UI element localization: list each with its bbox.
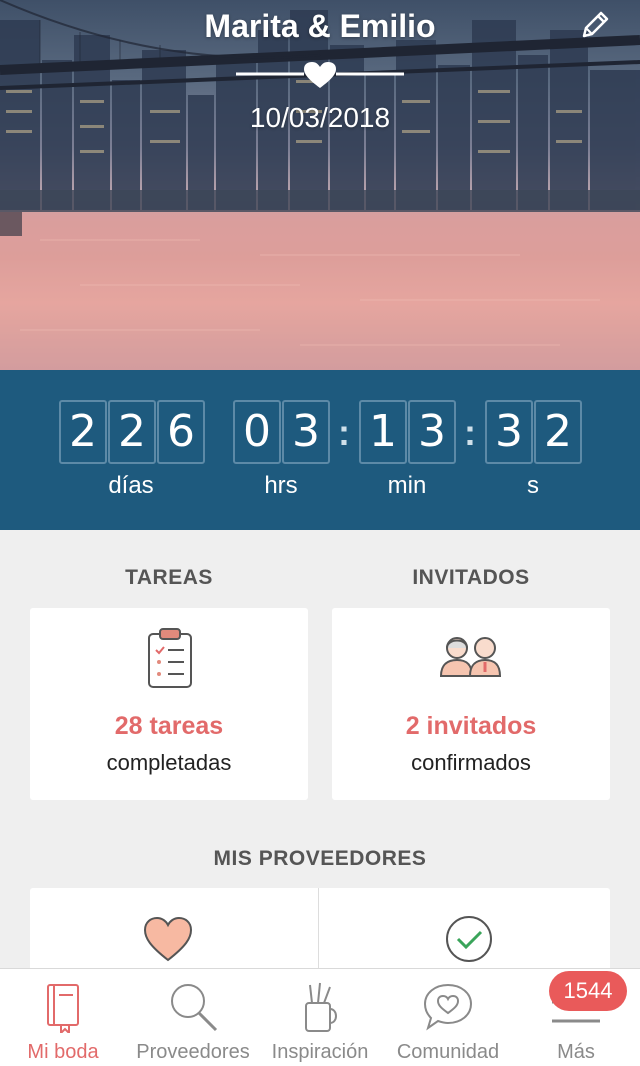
countdown-digit: 2 — [59, 400, 107, 464]
tasks-sub: completadas — [106, 750, 232, 775]
vendors-card[interactable] — [30, 888, 610, 978]
tasks-card[interactable]: 28 tareas completadas — [30, 608, 308, 800]
bottom-tab-bar: Mi boda Proveedores Inspiración Comunida… — [0, 968, 640, 1066]
edit-button[interactable] — [578, 8, 612, 42]
countdown-separator: : — [338, 412, 350, 453]
tab-inspiracion[interactable]: Inspiración — [258, 969, 382, 1066]
tasks-count: 28 tareas — [114, 712, 224, 740]
heart-icon — [143, 916, 193, 962]
vendors-title: MIS PROVEEDORES — [213, 847, 427, 870]
countdown-hours: 0 3 — [233, 400, 331, 464]
countdown-label-hours: hrs — [264, 472, 298, 499]
guests-count: 2 invitados — [405, 712, 537, 740]
countdown-digit: 6 — [157, 400, 205, 464]
search-icon — [171, 984, 218, 1032]
countdown-days: 2 2 6 — [59, 400, 206, 464]
tab-comunidad[interactable]: Comunidad — [384, 969, 512, 1066]
wedding-date: 10/03/2018 — [249, 102, 391, 133]
couple-names: Marita & Emilio — [204, 8, 436, 44]
countdown-label-seconds: s — [527, 472, 539, 499]
guests-card[interactable]: 2 invitados confirmados — [332, 608, 610, 800]
guests-sub: confirmados — [411, 750, 531, 775]
countdown-minutes: 1 3 — [359, 400, 457, 464]
tab-label: Más — [557, 1041, 595, 1063]
check-circle-icon — [446, 916, 492, 962]
countdown-label-minutes: min — [387, 472, 427, 499]
countdown-digit: 1 — [359, 400, 407, 464]
chat-heart-icon — [423, 983, 473, 1031]
tab-label: Inspiración — [271, 1041, 369, 1063]
couple-guests-icon — [439, 637, 502, 677]
tab-label: Comunidad — [396, 1041, 500, 1063]
countdown-digit: 0 — [233, 400, 281, 464]
heart-divider-icon — [236, 62, 404, 88]
notification-badge: 1544 — [549, 971, 627, 1011]
countdown-digit: 3 — [485, 400, 533, 464]
vendors-divider — [318, 888, 319, 978]
countdown-digit: 3 — [408, 400, 456, 464]
countdown-separator: : — [464, 412, 476, 453]
countdown-label-days: días — [108, 472, 154, 499]
tasks-title: TAREAS — [125, 566, 213, 589]
countdown-seconds: 3 2 — [485, 400, 583, 464]
tab-proveedores[interactable]: Proveedores — [128, 969, 258, 1066]
tab-label: Mi boda — [27, 1041, 99, 1063]
pencil-cup-icon — [305, 982, 337, 1032]
guests-title: INVITADOS — [412, 566, 530, 589]
hero-banner: Marita & Emilio 10/03/2018 — [0, 0, 640, 370]
countdown-digit: 2 — [534, 400, 582, 464]
countdown-digit: 2 — [108, 400, 156, 464]
tab-mi-boda[interactable]: Mi boda — [0, 969, 126, 1066]
pencil-icon — [582, 11, 609, 38]
notebook-icon — [47, 984, 79, 1033]
city-skyline-photo — [0, 0, 640, 370]
clipboard-checklist-icon — [148, 628, 192, 688]
countdown-digit: 3 — [282, 400, 330, 464]
countdown-panel: 2 2 6 0 3 : 1 3 : 3 2 días hrs min s — [0, 370, 640, 530]
tab-label: Proveedores — [136, 1041, 250, 1063]
